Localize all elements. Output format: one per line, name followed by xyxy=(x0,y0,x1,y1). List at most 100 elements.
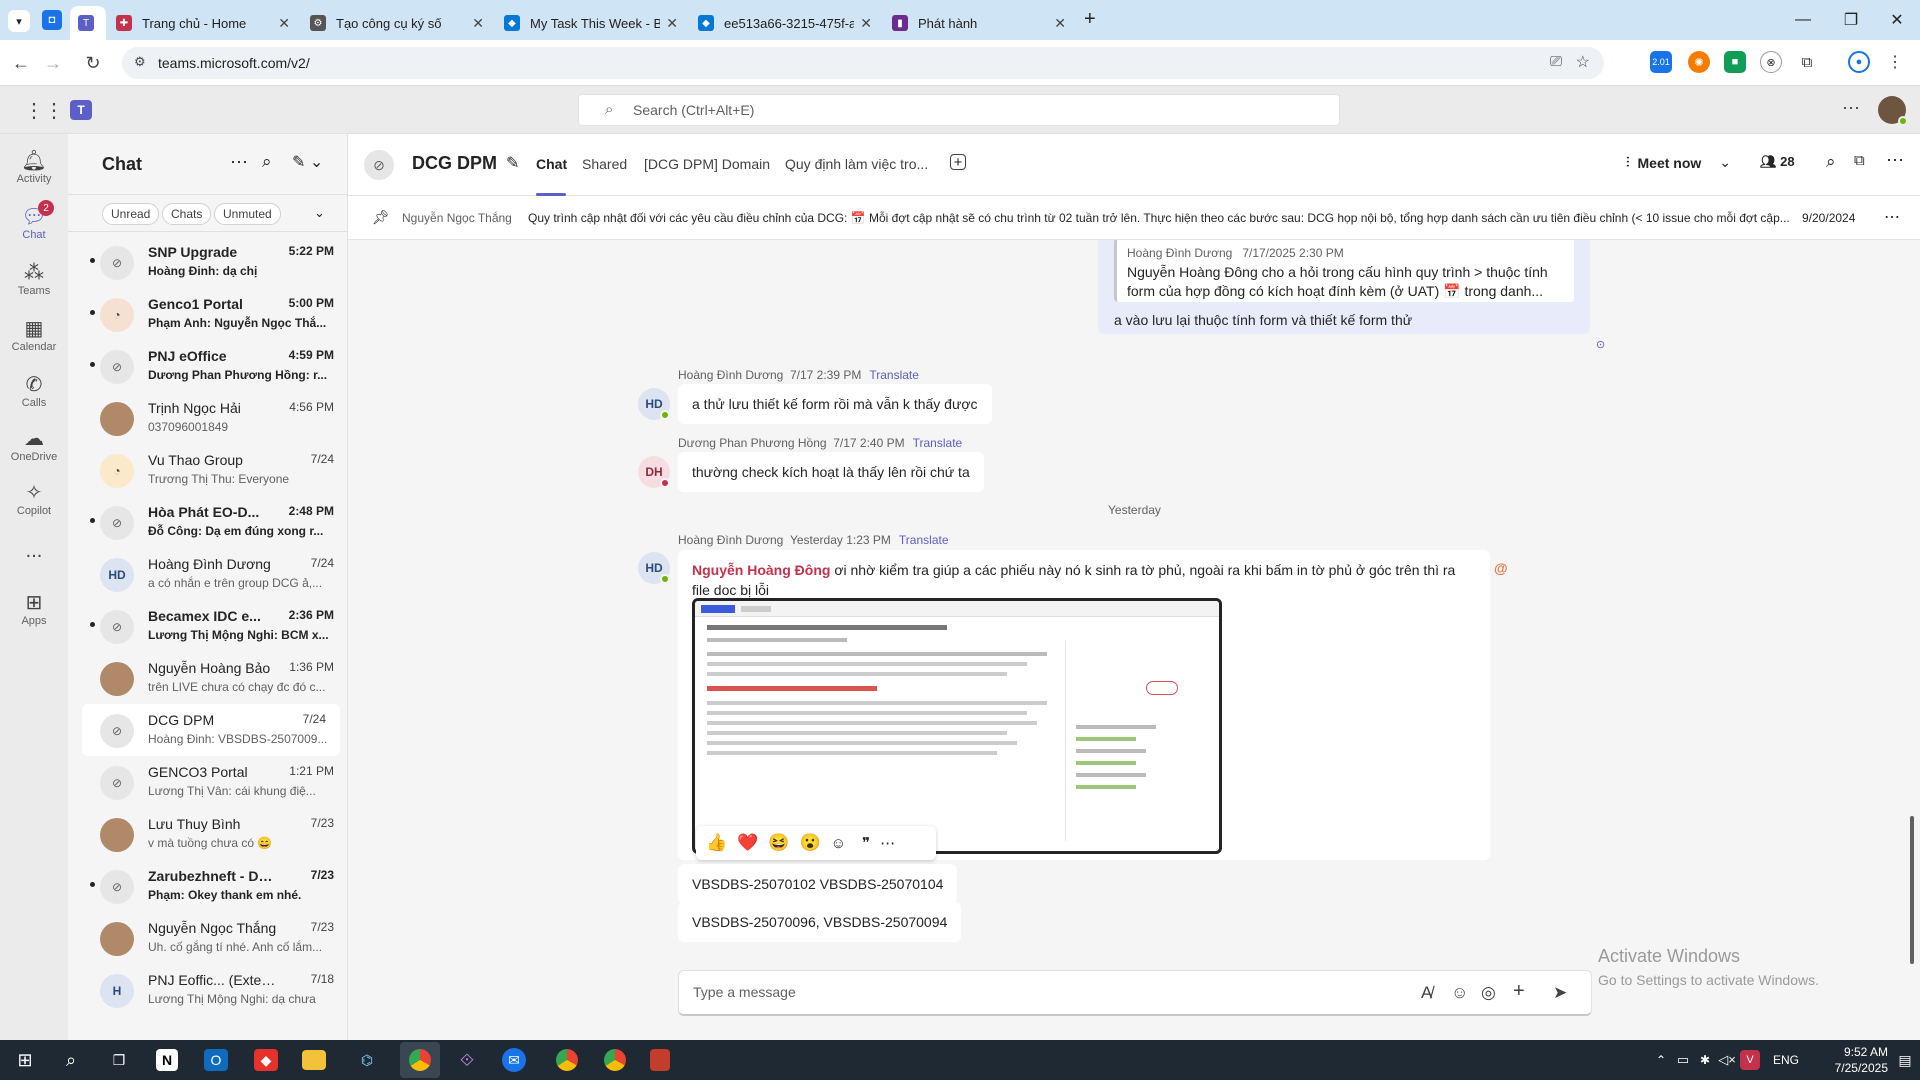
chat-list-item[interactable]: Nguyễn Ngọc Thắng 7/23 Uh. cố gắng tí nhé.… xyxy=(68,912,348,964)
new-chat-icon[interactable]: ✎ ⌄ xyxy=(292,152,323,172)
send-icon[interactable]: ➤ xyxy=(1553,983,1567,1003)
more-options-icon[interactable]: ⋯ xyxy=(1884,207,1900,227)
vietkey-icon[interactable]: V xyxy=(1740,1050,1760,1070)
window-close-button[interactable]: ✕ xyxy=(1874,0,1920,40)
tab-search-button[interactable]: ▾ xyxy=(8,10,30,32)
new-tab-button[interactable]: + xyxy=(1084,8,1096,31)
chat-list-item[interactable]: ⊘ PNJ eOffice 4:59 PM Dương Phan Phương Hồn… xyxy=(68,340,348,392)
visual-studio-icon[interactable]: ⟐ xyxy=(452,1046,482,1074)
language-indicator[interactable]: ENG xyxy=(1766,1046,1806,1074)
file-explorer-icon[interactable] xyxy=(302,1050,326,1070)
filter-unread[interactable]: Unread xyxy=(102,203,160,225)
translate-link[interactable]: Translate xyxy=(899,533,949,547)
filter-chats[interactable]: Chats xyxy=(162,203,212,225)
emoji-icon[interactable]: ☺︎ xyxy=(1451,983,1468,1003)
extension-calendar-icon[interactable]: 2.01 xyxy=(1650,51,1672,73)
add-reaction-icon[interactable]: ☺︎ xyxy=(831,835,846,852)
avatar[interactable]: HD xyxy=(638,388,670,420)
chat-list-item[interactable]: H PNJ Eoffic... (External) 7/18 Lương Thị M… xyxy=(68,964,348,1016)
rail-apps[interactable]: ⊞ Apps xyxy=(0,582,68,636)
messenger-icon[interactable]: ✉ xyxy=(502,1048,526,1072)
close-icon[interactable]: ✕ xyxy=(860,15,872,32)
chat-list-item[interactable]: Lưu Thuy Bình 7/23 v mà tuồng chưa có 😄 xyxy=(68,808,348,860)
install-app-icon[interactable]: ⎚ xyxy=(1550,53,1562,70)
format-icon[interactable]: A̸ xyxy=(1421,983,1432,1003)
more-options-icon[interactable]: ⋯ xyxy=(880,834,895,852)
like-reaction-icon[interactable]: 👍 xyxy=(706,833,727,853)
outlook-icon[interactable]: O xyxy=(204,1049,228,1071)
tab-rules[interactable]: Quy định làm việc tro... xyxy=(785,156,928,172)
profile-icon[interactable]: ● xyxy=(1848,51,1870,73)
network-tool-icon[interactable]: ⌬ xyxy=(352,1046,382,1074)
add-tab-icon[interactable]: + xyxy=(950,154,966,171)
anydesk-icon[interactable]: ◆ xyxy=(254,1049,278,1071)
browser-tab-5[interactable]: ▮ Phát hành ✕ xyxy=(882,6,1076,40)
tab-shared[interactable]: Shared xyxy=(582,156,627,172)
mention[interactable]: Nguyễn Hoàng Đông xyxy=(692,562,830,578)
heart-reaction-icon[interactable]: ❤️ xyxy=(737,833,758,853)
surprised-reaction-icon[interactable]: 😮 xyxy=(800,833,821,853)
add-attachment-icon[interactable]: + xyxy=(1513,980,1525,1003)
quote-reply-icon[interactable]: ❞ xyxy=(862,834,870,852)
teams-tab-icon[interactable]: ◘ xyxy=(42,10,62,30)
notifications-icon[interactable]: ▤ xyxy=(1890,1046,1920,1074)
chat-list-item[interactable]: ⊘ GENCO3 Portal 1:21 PM Lương Thị Vân: cái … xyxy=(68,756,348,808)
rail-chat[interactable]: 💬︎ Chat 2 xyxy=(0,196,68,250)
browser-tab-2[interactable]: ⚙ Tạo công cụ ký số ✕ xyxy=(300,6,494,40)
message-bubble[interactable]: VBSDBS-25070102 VBSDBS-25070104 xyxy=(678,864,958,904)
browser-menu-icon[interactable]: ⋮ xyxy=(1884,51,1906,73)
chat-list-item[interactable]: ◔ Genco1 Portal 5:00 PM Phạm Anh: Nguyễn Ng… xyxy=(68,288,348,340)
more-options-icon[interactable]: ⋯ xyxy=(1842,98,1860,119)
url-input[interactable]: ⚙ teams.microsoft.com/v2/ ⎚ ☆ xyxy=(122,47,1604,79)
app-icon[interactable] xyxy=(650,1049,670,1071)
reload-button[interactable]: ↻ xyxy=(78,48,108,78)
windows-start-icon[interactable]: ⊞ xyxy=(10,1046,40,1074)
search-icon[interactable]: ⌕ xyxy=(56,1046,86,1074)
back-button[interactable]: ← xyxy=(6,48,36,78)
extension-green-icon[interactable]: ■ xyxy=(1724,51,1746,73)
message-bubble[interactable]: a thử lưu thiết kế form rồi mà vẫn k thấ… xyxy=(678,384,992,424)
rail-copilot[interactable]: ✧ Copilot xyxy=(0,472,68,526)
loop-icon[interactable]: ◎ xyxy=(1481,983,1496,1003)
rail-activity[interactable]: 🔔︎ Activity xyxy=(0,140,68,194)
avatar[interactable]: DH xyxy=(638,456,670,488)
rail-onedrive[interactable]: ☁︎ OneDrive xyxy=(0,418,68,472)
close-icon[interactable]: ✕ xyxy=(278,15,290,32)
bookmark-star-icon[interactable]: ☆ xyxy=(1576,52,1590,72)
more-options-icon[interactable]: ⋯ xyxy=(230,152,248,173)
extensions-puzzle-icon[interactable]: ⧉ xyxy=(1796,51,1818,73)
laugh-reaction-icon[interactable]: 😆 xyxy=(768,833,789,853)
self-message-bubble[interactable]: Hoàng Đình Dương 7/17/2025 2:30 PM Nguyễ… xyxy=(1098,240,1590,334)
task-view-icon[interactable]: ❐ xyxy=(104,1046,134,1074)
rail-calendar[interactable]: ▦ Calendar xyxy=(0,308,68,362)
notion-icon[interactable]: N xyxy=(156,1049,178,1071)
close-icon[interactable]: ✕ xyxy=(666,15,678,32)
chat-list-item[interactable]: ⊘ Becamex IDC e... 2:36 PM Lương Thị Mộng N… xyxy=(68,600,348,652)
browser-tab-1[interactable]: ✚ Trang chủ - Home ✕ xyxy=(106,6,300,40)
tab-teams-active[interactable]: T xyxy=(70,6,106,40)
minimize-button[interactable]: — xyxy=(1780,0,1826,40)
message-bubble[interactable]: Nguyễn Hoàng Đông ơi nhờ kiểm tra giúp a… xyxy=(678,550,1508,860)
chat-list-item[interactable]: ⊘ SNP Upgrade 5:22 PM Hoàng Đinh: dạ chị xyxy=(68,236,348,288)
chrome-profile-icon[interactable] xyxy=(600,1046,630,1074)
meet-now-button[interactable]: ⫶ Meet now ⌄ xyxy=(1626,154,1731,171)
message-bubble[interactable]: VBSDBS-25070096, VBSDBS-25070094 xyxy=(678,902,962,942)
translate-link[interactable]: Translate xyxy=(869,368,919,382)
chat-list-item[interactable]: ⊘ Hòa Phát EO-D... 2:48 PM Đỗ Công: Dạ em đ… xyxy=(68,496,348,548)
search-input[interactable]: ⌕ Search (Ctrl+Alt+E) xyxy=(578,94,1340,126)
chat-list-item[interactable]: HD Hoàng Đình Dương 7/24 a có nhắn e trên g… xyxy=(68,548,348,600)
avatar[interactable]: HD xyxy=(638,552,670,584)
tab-chat[interactable]: Chat xyxy=(536,156,567,172)
rail-more[interactable]: ... xyxy=(0,524,68,578)
chat-list-item[interactable]: ⊘ DCG DPM 7/24 Hoàng Đinh: VBSDBS-2507009..… xyxy=(82,704,340,756)
extension-orange-icon[interactable]: ✺ xyxy=(1688,51,1710,73)
browser-tab-4[interactable]: ◆ ee513a66-3215-475f-ae6c-2d8 ✕ xyxy=(688,6,882,40)
scrollbar-thumb[interactable] xyxy=(1910,816,1914,964)
clock[interactable]: 9:52 AM 7/25/2025 xyxy=(1812,1044,1888,1076)
site-info-icon[interactable]: ⚙ xyxy=(134,54,146,70)
search-icon[interactable]: ⌕ xyxy=(262,152,272,172)
forward-button[interactable]: → xyxy=(38,48,68,78)
close-icon[interactable]: ✕ xyxy=(1054,15,1066,32)
participants-button[interactable]: 👥︎ 28 xyxy=(1760,154,1795,170)
chat-list-item[interactable]: Trịnh Ngọc Hải 4:56 PM 037096001849 xyxy=(68,392,348,444)
